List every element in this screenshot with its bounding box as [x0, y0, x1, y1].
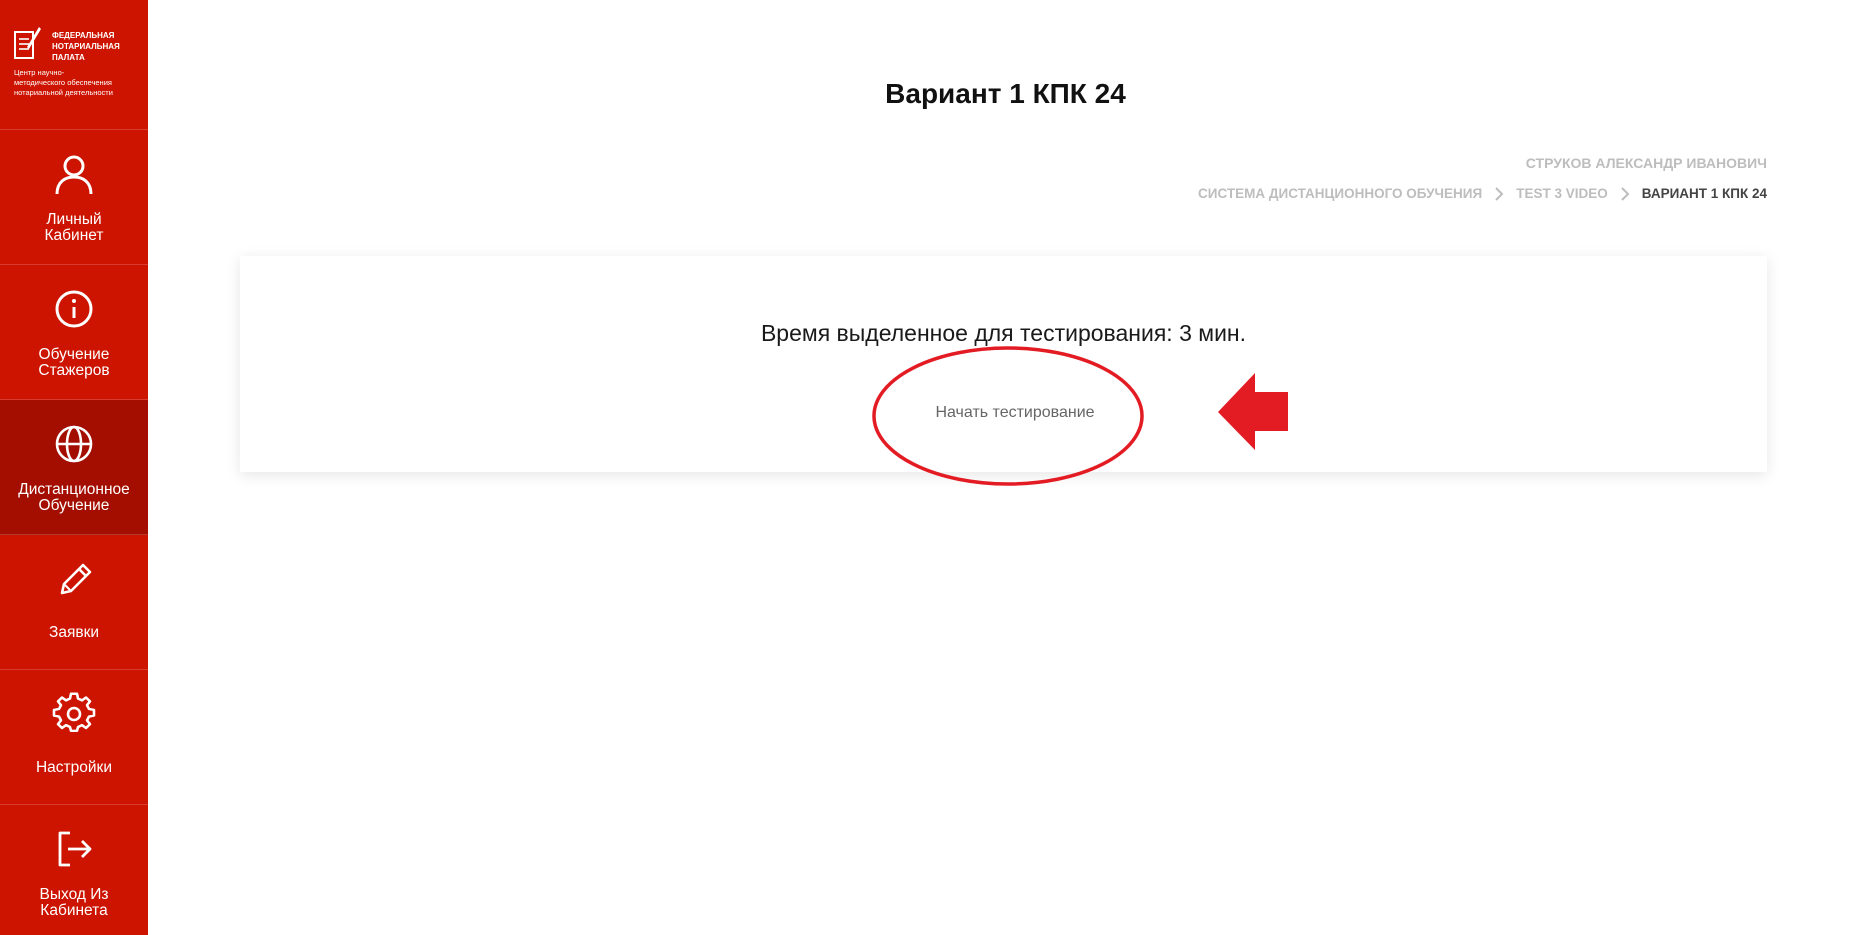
sidebar-item-label: Дистанционное Обучение — [18, 481, 130, 514]
sidebar-item-label: Выход Из Кабинета — [39, 886, 109, 919]
chevron-right-icon — [1621, 186, 1630, 201]
breadcrumb: Система дистанционного обучения Test 3 v… — [1198, 186, 1767, 201]
sidebar-item-label: Обучение Стажеров — [38, 346, 110, 379]
pencil-icon — [60, 563, 92, 595]
sidebar-item-distance-learning[interactable]: Дистанционное Обучение — [0, 400, 148, 535]
start-test-button[interactable]: Начать тестирование — [900, 404, 1130, 422]
logo[interactable]: Федеральная нотариальная палата Центр на… — [0, 0, 148, 130]
gear-icon — [52, 692, 96, 733]
breadcrumb-current: Вариант 1 КПК 24 — [1641, 186, 1767, 201]
breadcrumb-item[interactable]: Система дистанционного обучения — [1198, 186, 1482, 201]
chevron-right-icon — [1495, 186, 1504, 201]
sidebar-item-applications[interactable]: Заявки — [0, 535, 148, 670]
test-time-text: Время выделенное для тестирования: 3 мин… — [760, 320, 1247, 346]
page-title: Вариант 1 КПК 24 — [885, 78, 1126, 109]
info-icon — [55, 290, 93, 328]
breadcrumb-item[interactable]: Test 3 video — [1516, 186, 1608, 201]
sidebar-item-label: Личный Кабинет — [44, 211, 104, 244]
test-card: Время выделенное для тестирования: 3 мин… — [240, 256, 1767, 472]
logo-organization-name: Федеральная нотариальная палата — [52, 31, 120, 62]
notary-emblem-icon — [14, 27, 41, 59]
logout-icon — [58, 831, 92, 867]
user-name[interactable]: Струков Александр Иванович — [1526, 155, 1767, 171]
sidebar-item-personal-cabinet[interactable]: Личный Кабинет — [0, 130, 148, 265]
logo-subtitle: Центр научно- методического обеспечения … — [14, 68, 113, 97]
sidebar-item-settings[interactable]: Настройки — [0, 670, 148, 805]
sidebar-item-label: Настройки — [35, 759, 112, 776]
sidebar-item-intern-training[interactable]: Обучение Стажеров — [0, 265, 148, 400]
user-icon — [55, 155, 93, 195]
sidebar: Федеральная нотариальная палата Центр на… — [0, 0, 148, 935]
globe-icon — [55, 425, 93, 463]
sidebar-item-label: Заявки — [48, 624, 100, 641]
sidebar-item-logout[interactable]: Выход Из Кабинета — [0, 805, 148, 935]
